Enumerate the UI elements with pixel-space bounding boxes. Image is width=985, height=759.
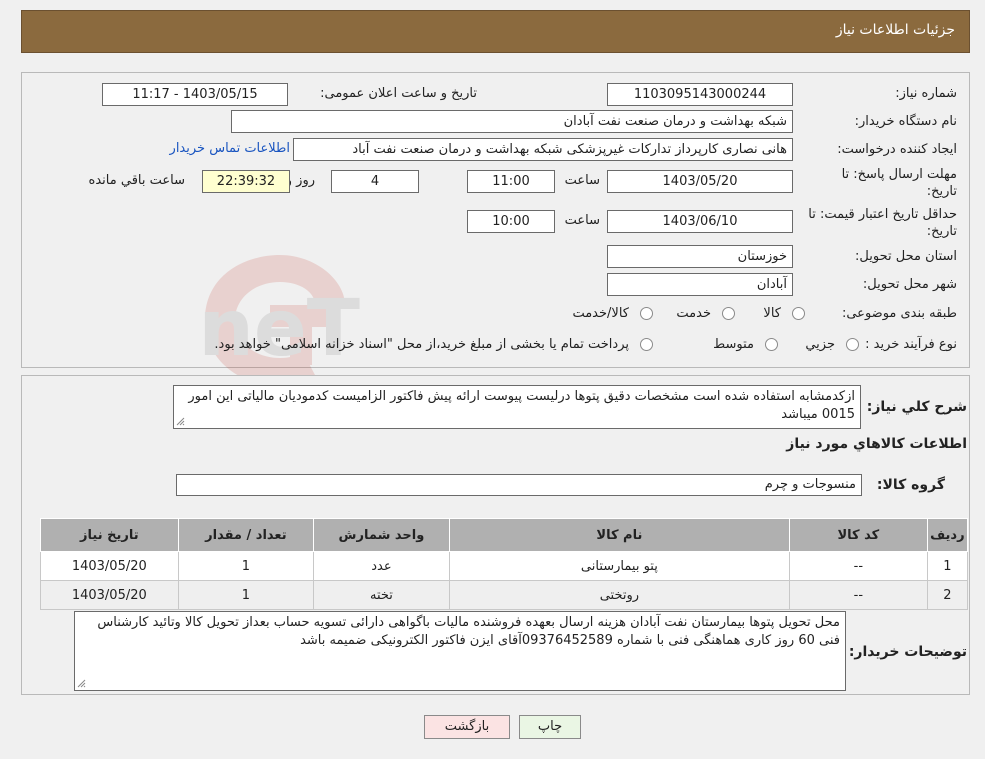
print-button[interactable]: چاپ — [519, 715, 581, 739]
table-header-row: رديف کد کالا نام کالا واحد شمارش تعداد /… — [40, 518, 969, 552]
days-label: روز و — [285, 173, 315, 188]
goods-group-label: گروه کالا: — [876, 477, 945, 493]
category-radio-goods-service[interactable] — [640, 307, 653, 320]
items-table: رديف کد کالا نام کالا واحد شمارش تعداد /… — [40, 518, 969, 610]
cell-qty: 1 — [177, 580, 315, 610]
buyer-notes-text: محل تحویل پتوها بیمارستان نفت آبادان هزی… — [97, 615, 840, 648]
announce-field[interactable]: 1403/05/15 - 11:17 — [102, 83, 288, 106]
category-option-goods: کالا — [763, 306, 781, 321]
deadline-time-field[interactable]: 11:00 — [467, 170, 555, 193]
cell-row: 1 — [926, 551, 969, 581]
deadline-label: مهلت ارسال پاسخ: تا تاریخ: — [841, 167, 957, 199]
process-radio-minor[interactable] — [846, 338, 859, 351]
buyer-org-label: نام دستگاه خریدار: — [854, 114, 957, 129]
col-name-header: نام کالا — [448, 518, 791, 552]
city-field[interactable]: آبادان — [607, 273, 793, 296]
announce-label: تاریخ و ساعت اعلان عمومی: — [320, 86, 477, 101]
resize-grip-icon[interactable] — [77, 679, 86, 688]
buyer-notes-label: توضیحات خریدار: — [848, 644, 967, 660]
watermark-text: AriaTender.neT — [195, 284, 360, 374]
treasury-checkbox[interactable] — [640, 338, 653, 351]
resize-grip-icon[interactable] — [176, 417, 185, 426]
buyer-org-field[interactable]: شبکه بهداشت و درمان صنعت نفت آبادان — [231, 110, 793, 133]
col-unit-header: واحد شمارش — [313, 518, 450, 552]
city-label: شهر محل تحویل: — [862, 277, 957, 292]
goods-group-field[interactable]: منسوجات و چرم — [176, 474, 862, 496]
watermark-logo: AriaTender.neT — [195, 255, 360, 386]
process-radio-medium[interactable] — [765, 338, 778, 351]
process-option-minor: جزیي — [805, 337, 835, 352]
requester-field[interactable]: هانی نصاری کارپرداز تدارکات غیرپزشکی شبک… — [293, 138, 793, 161]
page-title: جزئیات اطلاعات نیاز — [835, 22, 955, 38]
cell-name: پتو بیمارستانی — [448, 551, 791, 581]
buyer-contact-link[interactable]: اطلاعات تماس خریدار — [170, 141, 290, 156]
table-row[interactable]: 1 -- پتو بیمارستانی عدد 1 1403/05/20 — [40, 551, 969, 581]
table-row[interactable]: 2 -- روتختی تخته 1 1403/05/20 — [40, 580, 969, 610]
process-label: نوع فرآیند خرید : — [865, 337, 957, 352]
deadline-time-label: ساعت — [564, 173, 600, 188]
validity-time-field[interactable]: 10:00 — [467, 210, 555, 233]
cell-date: 1403/05/20 — [40, 580, 179, 610]
goods-info-title: اطلاعات کالاهاي مورد نياز — [786, 436, 967, 452]
province-label: استان محل تحویل: — [855, 249, 957, 264]
category-radio-goods[interactable] — [792, 307, 805, 320]
cell-code: -- — [789, 551, 928, 581]
deadline-date-field[interactable]: 1403/05/20 — [607, 170, 793, 193]
cell-unit: عدد — [313, 551, 450, 581]
category-option-goods-service: کالا/خدمت — [572, 306, 629, 321]
category-radio-service[interactable] — [722, 307, 735, 320]
remaining-time-field: 22:39:32 — [202, 170, 290, 193]
description-textarea[interactable]: ازکدمشابه استفاده شده است مشخصات دقیق پت… — [173, 385, 861, 429]
days-field[interactable]: 4 — [331, 170, 419, 193]
col-date-header: تاریخ نیاز — [40, 518, 179, 552]
col-row-header: رديف — [926, 518, 969, 552]
province-field[interactable]: خوزستان — [607, 245, 793, 268]
cell-date: 1403/05/20 — [40, 551, 179, 581]
remaining-label: ساعت باقي مانده — [88, 173, 185, 188]
validity-label: حداقل تاریخ اعتبار قیمت: تا تاریخ: — [808, 207, 957, 239]
buyer-notes-textarea[interactable]: محل تحویل پتوها بیمارستان نفت آبادان هزی… — [74, 611, 846, 691]
description-label: شرح کلي نياز: — [866, 399, 967, 415]
need-number-label: شماره نیاز: — [895, 86, 957, 101]
cell-name: روتختی — [448, 580, 791, 610]
validity-time-label: ساعت — [564, 213, 600, 228]
page-header: جزئیات اطلاعات نیاز — [21, 10, 970, 53]
requester-label: ایجاد کننده درخواست: — [837, 142, 957, 157]
validity-date-field[interactable]: 1403/06/10 — [607, 210, 793, 233]
category-option-service: خدمت — [676, 306, 711, 321]
cell-code: -- — [789, 580, 928, 610]
process-note: پرداخت تمام یا بخشی از مبلغ خرید،از محل … — [214, 337, 629, 352]
cell-qty: 1 — [177, 551, 315, 581]
back-button[interactable]: بازگشت — [424, 715, 510, 739]
cell-row: 2 — [926, 580, 969, 610]
category-label: طبقه بندی موضوعی: — [841, 306, 957, 321]
col-qty-header: تعداد / مقدار — [177, 518, 315, 552]
col-code-header: کد کالا — [789, 518, 928, 552]
need-number-field[interactable]: 1103095143000244 — [607, 83, 793, 106]
process-option-medium: متوسط — [713, 337, 754, 352]
cell-unit: تخته — [313, 580, 450, 610]
description-text: ازکدمشابه استفاده شده است مشخصات دقیق پت… — [188, 389, 855, 422]
